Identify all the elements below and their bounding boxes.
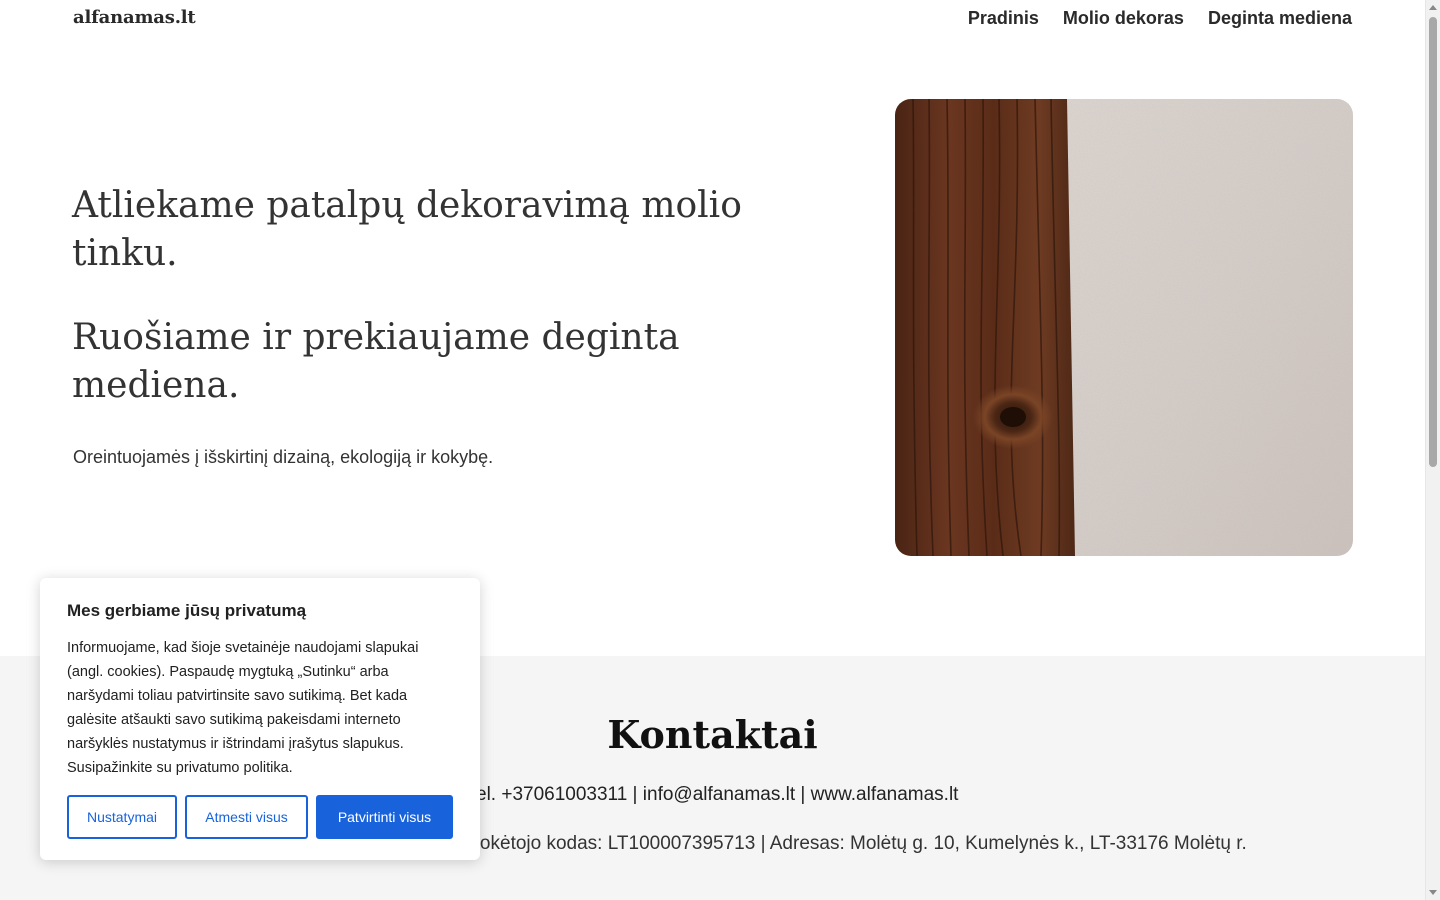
vertical-scrollbar[interactable] bbox=[1425, 0, 1440, 900]
cookie-consent-banner: Mes gerbiame jūsų privatumą Informuojame… bbox=[40, 578, 480, 860]
scroll-up-arrow-icon[interactable] bbox=[1429, 5, 1437, 10]
cookie-accept-all-button[interactable]: Patvirtinti visus bbox=[316, 795, 453, 839]
cookie-settings-button[interactable]: Nustatymai bbox=[67, 795, 177, 839]
scrollbar-thumb[interactable] bbox=[1429, 17, 1437, 467]
nav-item-deginta-mediena[interactable]: Deginta mediena bbox=[1208, 8, 1352, 29]
main-nav: Pradinis Molio dekoras Deginta mediena bbox=[968, 8, 1352, 29]
hero-heading-clay: Atliekame patalpų dekoravimą molio tinku… bbox=[72, 185, 742, 274]
hero-heading-wood: Ruošiame ir prekiaujame deginta mediena. bbox=[72, 317, 680, 406]
site-header: alfanamas.lt Pradinis Molio dekoras Degi… bbox=[0, 0, 1425, 40]
cookie-banner-title: Mes gerbiame jūsų privatumą bbox=[67, 601, 307, 620]
cookie-reject-all-button[interactable]: Atmesti visus bbox=[185, 795, 308, 839]
nav-item-molio-dekoras[interactable]: Molio dekoras bbox=[1063, 8, 1184, 29]
nav-item-pradinis[interactable]: Pradinis bbox=[968, 8, 1039, 29]
hero-image-wood-and-clay bbox=[895, 99, 1353, 556]
hero-tagline: Oreintuojamės į išskirtinį dizainą, ekol… bbox=[73, 447, 494, 467]
scroll-down-arrow-icon[interactable] bbox=[1429, 890, 1437, 895]
page: alfanamas.lt Pradinis Molio dekoras Degi… bbox=[0, 0, 1425, 900]
cookie-banner-buttons: Nustatymai Atmesti visus Patvirtinti vis… bbox=[67, 795, 453, 839]
cookie-banner-text: Informuojame, kad šioje svetainėje naudo… bbox=[67, 640, 419, 776]
site-logo[interactable]: alfanamas.lt bbox=[73, 7, 196, 28]
